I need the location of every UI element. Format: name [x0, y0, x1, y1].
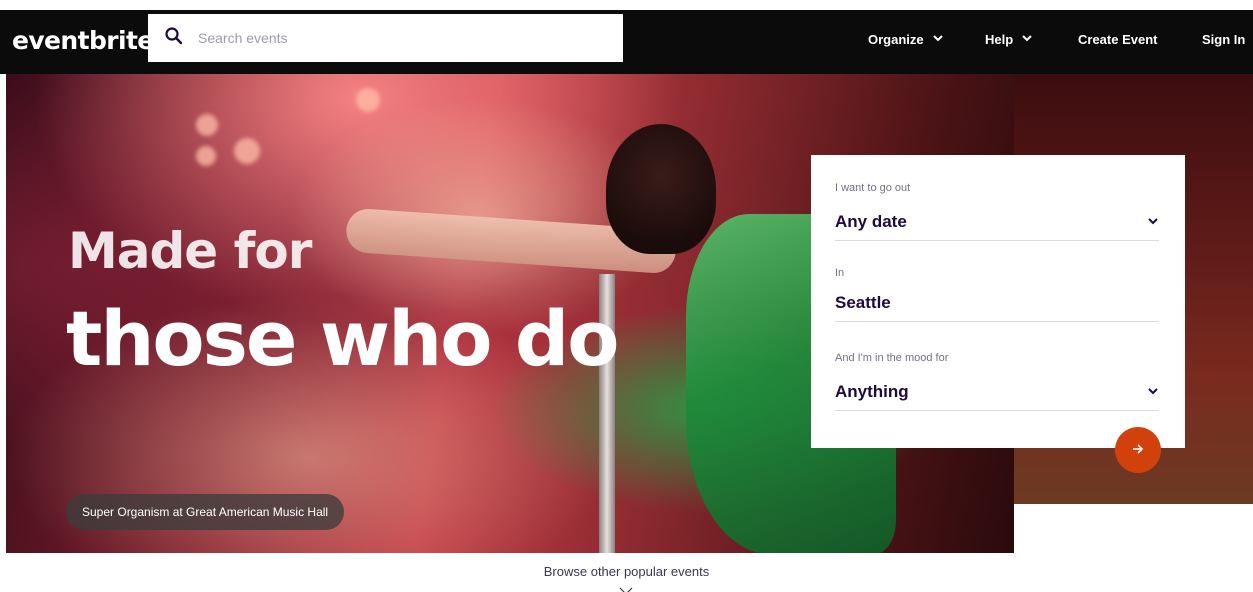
chevron-down-icon	[1021, 32, 1033, 47]
search-bar[interactable]	[148, 14, 623, 62]
performer-head	[606, 124, 716, 254]
stage-light	[196, 114, 218, 136]
stage-light	[356, 88, 380, 112]
date-label: I want to go out	[835, 182, 911, 194]
mood-label: And I'm in the mood for	[835, 352, 949, 364]
hero-headline-line2: those who do	[66, 294, 619, 383]
search-input[interactable]	[198, 30, 598, 46]
nav-sign-in[interactable]: Sign In	[1202, 32, 1245, 47]
site-header: eventbrite Organize Help Create Event Si…	[0, 10, 1253, 74]
location-value: Seattle	[835, 293, 891, 312]
search-submit-button[interactable]	[1115, 427, 1161, 473]
stage-light	[196, 146, 216, 166]
nav-organize[interactable]: Organize	[868, 32, 944, 47]
date-select[interactable]: Any date	[835, 212, 1159, 241]
arrow-right-icon	[1131, 442, 1145, 459]
top-strip	[0, 0, 1253, 10]
page: eventbrite Organize Help Create Event Si…	[0, 0, 1253, 592]
location-label: In	[835, 267, 845, 279]
nav-help-label: Help	[985, 32, 1014, 47]
nav-organize-label: Organize	[868, 32, 924, 47]
date-value: Any date	[835, 212, 907, 231]
browse-popular-events-link[interactable]: Browse other popular events	[0, 564, 1253, 579]
nav-help[interactable]: Help	[985, 32, 1033, 47]
chevron-down-icon	[1147, 212, 1159, 232]
nav-create-event[interactable]: Create Event	[1078, 32, 1157, 47]
chevron-down-icon	[1147, 382, 1159, 402]
hero-right-bottom-space	[1014, 504, 1253, 553]
search-icon	[164, 26, 184, 51]
photo-caption[interactable]: Super Organism at Great American Music H…	[66, 494, 345, 530]
eventbrite-logo[interactable]: eventbrite	[12, 26, 154, 55]
chevron-down-icon[interactable]	[618, 583, 634, 592]
location-field[interactable]: Seattle	[835, 293, 1159, 322]
chevron-down-icon	[932, 32, 944, 47]
stage-light	[234, 138, 260, 164]
hero-headline-line1: Made for	[68, 222, 312, 280]
event-filter-card: I want to go out Any date In Seattle And…	[811, 155, 1185, 448]
mood-select[interactable]: Anything	[835, 382, 1159, 411]
mood-value: Anything	[835, 382, 909, 401]
